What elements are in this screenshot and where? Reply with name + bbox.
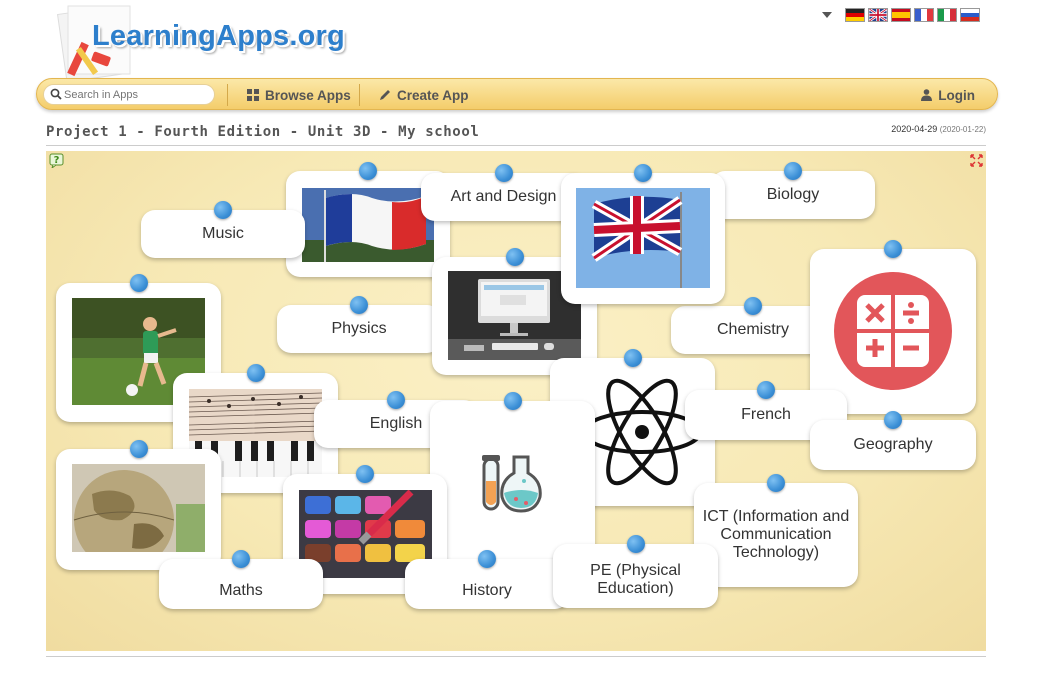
search-icon <box>50 88 62 100</box>
create-app-label: Create App <box>397 87 469 103</box>
nav-divider <box>359 84 360 106</box>
browse-apps-label: Browse Apps <box>265 87 351 103</box>
flag-spanish-icon[interactable] <box>891 8 911 22</box>
pin-icon[interactable] <box>757 381 775 399</box>
flag-russian-icon[interactable] <box>960 8 980 22</box>
flag-uk-icon[interactable] <box>868 8 888 22</box>
browse-apps-button[interactable]: Browse Apps <box>247 86 351 104</box>
text-card-biology[interactable]: Biology <box>711 162 875 219</box>
pin-icon[interactable] <box>129 440 148 458</box>
uk-flag-image <box>576 188 710 288</box>
text-card-history[interactable]: History <box>405 550 569 609</box>
grid-icon <box>247 89 259 101</box>
login-label: Login <box>938 87 975 103</box>
divider <box>46 145 986 146</box>
pin-icon[interactable] <box>884 240 902 258</box>
chemistry-flasks-image <box>482 455 542 513</box>
pin-icon[interactable] <box>767 474 785 492</box>
pin-icon[interactable] <box>232 550 250 568</box>
card-label: Biology <box>766 186 820 203</box>
nav-divider <box>227 84 228 106</box>
pin-icon[interactable] <box>387 391 405 409</box>
card-label: Geography <box>853 436 933 453</box>
french-flag-image <box>302 188 434 262</box>
card-label: ICT (Information and Communication Techn… <box>702 508 850 561</box>
pencil-icon <box>380 90 390 100</box>
create-app-button[interactable]: Create App <box>379 86 469 104</box>
text-card-geography[interactable]: Geography <box>810 411 976 470</box>
image-card-uk-flag[interactable] <box>561 164 725 304</box>
pin-icon[interactable] <box>356 465 374 483</box>
card-label: French <box>741 406 791 423</box>
card-label: English <box>369 415 423 432</box>
user-icon <box>921 89 933 101</box>
pin-icon[interactable] <box>350 296 368 314</box>
card-label: Physics <box>331 320 387 337</box>
pin-icon[interactable] <box>744 297 762 315</box>
help-icon[interactable]: ? <box>49 153 65 168</box>
pin-icon[interactable] <box>246 364 265 382</box>
search-input[interactable] <box>64 87 209 103</box>
card-label: History <box>462 582 512 599</box>
globe-image <box>72 464 205 552</box>
card-label: Art and Design <box>450 188 557 205</box>
card-label: Chemistry <box>716 321 789 338</box>
login-button[interactable]: Login <box>921 86 975 104</box>
pin-icon[interactable] <box>884 411 902 429</box>
image-card-flasks[interactable] <box>430 392 595 565</box>
svg-text:?: ? <box>54 155 60 166</box>
card-label: PE (Physical Education) <box>590 562 681 597</box>
pin-icon[interactable] <box>505 248 524 266</box>
pin-icon[interactable] <box>478 550 496 568</box>
text-card-pe[interactable]: PE (Physical Education) <box>553 535 718 608</box>
card-label: Music <box>202 225 244 242</box>
text-card-maths[interactable]: Maths <box>159 550 323 609</box>
text-card-music[interactable]: Music <box>141 201 305 258</box>
pin-icon[interactable] <box>626 535 645 553</box>
text-card-physics[interactable]: Physics <box>277 296 441 353</box>
card-label: Maths <box>219 582 263 599</box>
pin-icon[interactable] <box>634 164 652 182</box>
text-card-ict[interactable]: ICT (Information and Communication Techn… <box>694 474 858 587</box>
pin-icon[interactable] <box>623 349 642 367</box>
created-date: (2020-01-22) <box>939 125 986 134</box>
matching-board: ? Art and Design Biology Music Physics C… <box>46 151 986 651</box>
pin-icon[interactable] <box>503 392 522 410</box>
fullscreen-icon[interactable] <box>970 154 983 167</box>
calculator-image <box>834 272 952 390</box>
main-navbar: Browse Apps Create App Login <box>36 78 998 110</box>
flag-italian-icon[interactable] <box>937 8 957 22</box>
pin-icon[interactable] <box>129 274 148 292</box>
language-selector <box>822 8 980 22</box>
page-date: 2020-04-29 (2020-01-22) <box>891 124 986 134</box>
pin-icon[interactable] <box>494 164 513 182</box>
pin-icon[interactable] <box>359 162 377 180</box>
pin-icon[interactable] <box>784 162 802 180</box>
learningapps-page: LearningApps.org Search in Apps Browse A… <box>0 0 1044 677</box>
site-logo[interactable]: LearningApps.org <box>92 20 345 53</box>
modified-date: 2020-04-29 <box>891 124 938 134</box>
page-title: Project 1 - Fourth Edition - Unit 3D - M… <box>46 124 480 140</box>
search-box[interactable] <box>43 84 215 105</box>
pin-icon[interactable] <box>214 201 232 219</box>
language-dropdown-icon[interactable] <box>822 12 832 18</box>
divider <box>46 656 986 657</box>
flag-french-icon[interactable] <box>914 8 934 22</box>
image-card-globe[interactable] <box>56 440 221 570</box>
flag-german-icon[interactable] <box>845 8 865 22</box>
